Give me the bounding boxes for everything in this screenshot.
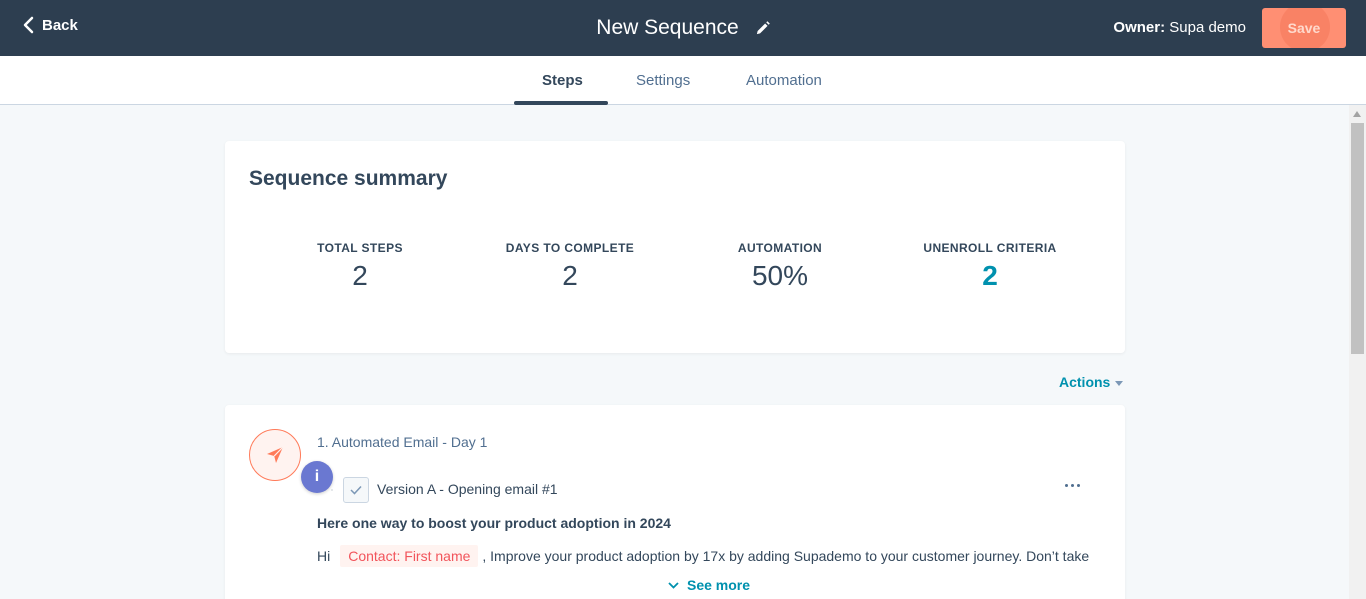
page-title-group: New Sequence [596, 16, 770, 40]
see-more-label: See more [687, 577, 751, 593]
scroll-up-arrow-icon[interactable] [1353, 111, 1361, 117]
body-prefix: Hi [317, 548, 331, 564]
see-more-link[interactable]: See more [668, 577, 750, 593]
tab-automation[interactable]: Automation [746, 72, 822, 89]
top-bar: Back New Sequence Owner: Supa demo Save [0, 0, 1366, 56]
dot [1070, 483, 1074, 487]
scrollbar[interactable] [1349, 105, 1366, 599]
scrollbar-thumb[interactable] [1351, 123, 1364, 354]
actions-dropdown[interactable]: Actions [1059, 374, 1124, 390]
back-label: Back [42, 16, 78, 34]
step-type-icon [249, 429, 301, 481]
stat-label: DAYS TO COMPLETE [505, 241, 635, 255]
info-icon[interactable]: i [301, 461, 333, 493]
actions-label: Actions [1059, 374, 1111, 390]
tab-bar: Steps Settings Automation [0, 56, 1366, 105]
stat-total-steps: TOTAL STEPS 2 [260, 241, 460, 292]
stat-automation: AUTOMATION 50% [680, 241, 880, 292]
save-label: Save [1287, 20, 1321, 36]
version-label: Version A - Opening email #1 [377, 481, 558, 497]
chevron-left-icon [23, 16, 34, 34]
tab-steps[interactable]: Steps [542, 72, 583, 89]
back-button[interactable]: Back [22, 16, 78, 34]
body-suffix: , Improve your product adoption by 17x b… [482, 548, 1090, 564]
email-subject: Here one way to boost your product adopt… [317, 515, 671, 531]
dot [1076, 483, 1080, 487]
personalization-token: Contact: First name [340, 545, 479, 567]
pencil-icon[interactable] [755, 20, 770, 36]
summary-title: Sequence summary [249, 167, 448, 190]
owner-label: Owner: [1113, 19, 1166, 36]
version-checkbox[interactable] [343, 477, 369, 503]
unenroll-criteria-link[interactable]: 2 [890, 260, 1090, 292]
email-body-preview: Hi Contact: First name , Improve your pr… [317, 545, 1089, 567]
stat-days-to-complete: DAYS TO COMPLETE 2 [470, 241, 670, 292]
check-icon [350, 485, 362, 495]
owner-info: Owner: Supa demo [1113, 19, 1246, 36]
step-name: 1. Automated Email - Day 1 [317, 434, 488, 450]
stat-value: 2 [562, 260, 578, 291]
step-card: 1. Automated Email - Day 1 i Version A -… [225, 405, 1125, 599]
stat-label: UNENROLL CRITERIA [923, 241, 1057, 255]
ellipsis-icon[interactable] [1062, 475, 1082, 495]
dot [1064, 483, 1068, 487]
stat-unenroll-criteria: UNENROLL CRITERIA 2 [890, 241, 1090, 292]
tab-settings[interactable]: Settings [636, 72, 690, 89]
sequence-summary-card: Sequence summary TOTAL STEPS 2 DAYS TO C… [225, 141, 1125, 353]
caret-down-icon [1115, 380, 1124, 386]
owner-name: Supa demo [1169, 19, 1246, 36]
chevron-down-icon [668, 581, 679, 589]
stat-value: 2 [352, 260, 368, 291]
stat-value: 50% [751, 260, 809, 291]
stat-label: AUTOMATION [737, 241, 823, 255]
save-button[interactable]: Save [1262, 8, 1346, 48]
page-title: New Sequence [596, 16, 739, 39]
stat-label: TOTAL STEPS [317, 241, 403, 255]
active-tab-indicator [514, 101, 608, 105]
paper-plane-icon [267, 446, 284, 463]
